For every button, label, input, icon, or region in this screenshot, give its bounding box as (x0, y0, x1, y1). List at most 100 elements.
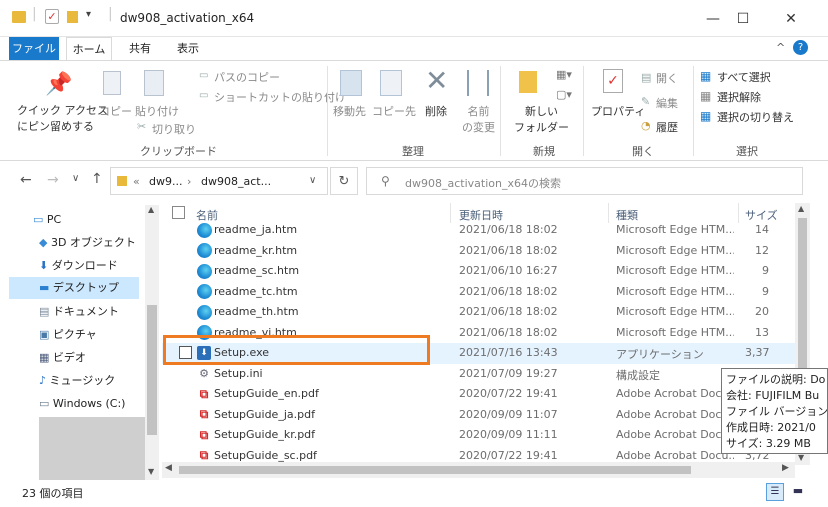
file-type: Microsoft Edge HTM... (616, 284, 734, 298)
select-none-button[interactable]: 選択解除 (717, 89, 761, 105)
ribbon-tabs: ファイル ホーム 共有 表示 ^ ? (0, 37, 828, 62)
nav-item-music[interactable]: ♪ ミュージック (9, 370, 139, 392)
nav-item-3d-objects[interactable]: ◆ 3D オブジェクト (9, 232, 139, 254)
new-item-icon[interactable]: ▦▾ (556, 68, 572, 81)
nav-item-pictures[interactable]: ▣ ピクチャ (9, 324, 139, 346)
scroll-down-icon[interactable]: ▼ (798, 453, 804, 462)
setup-exe-highlight-box (163, 335, 430, 365)
file-size: 13 (755, 325, 769, 339)
chevron-right-icon[interactable]: › (187, 175, 191, 188)
select-all-checkbox[interactable] (172, 206, 185, 219)
copy-button[interactable]: コピー (99, 103, 132, 119)
large-icons-view-icon[interactable]: ▬ (789, 483, 807, 501)
file-row[interactable]: readme_sc.htm 2021/06/10 16:27 Microsoft E… (162, 261, 802, 282)
new-folder-quick-icon[interactable] (67, 11, 78, 23)
copy-to-button[interactable]: コピー先 (372, 103, 416, 119)
scroll-left-icon[interactable]: ◀ (165, 463, 172, 473)
back-arrow-icon[interactable]: ← (20, 172, 32, 188)
breadcrumb-item-current[interactable]: dw908_act... (201, 175, 271, 188)
file-row[interactable]: ⧉ SetupGuide_ja.pdf 2020/09/09 11:07 Adobe … (162, 405, 802, 426)
nav-item-videos[interactable]: ▦ ビデオ (9, 347, 139, 369)
select-all-button[interactable]: すべて選択 (717, 69, 771, 85)
nav-item-windows-c[interactable]: ▭ Windows (C:) (9, 393, 139, 415)
properties-quick-icon[interactable]: ✓ (45, 9, 59, 24)
delete-button[interactable]: 削除 (425, 103, 447, 119)
redacted-area (39, 417, 145, 480)
collapse-ribbon-icon[interactable]: ^ (776, 41, 785, 54)
file-date: 2021/06/18 18:02 (459, 305, 558, 318)
tooltip-description: ファイルの説明: Do (726, 373, 826, 386)
edge-icon (196, 263, 212, 279)
edit-button[interactable]: 編集 (656, 95, 678, 111)
divider (327, 66, 328, 156)
file-name: readme_th.htm (214, 305, 299, 318)
file-row[interactable]: readme_th.htm 2021/06/18 18:02 Microsoft E… (162, 302, 802, 323)
file-date: 2021/07/09 19:27 (459, 366, 558, 380)
easy-access-icon[interactable]: ▢▾ (556, 88, 572, 101)
breadcrumb-overflow[interactable]: « (133, 175, 140, 188)
tab-home[interactable]: ホーム (66, 37, 112, 62)
file-size: 12 (755, 243, 769, 257)
paste-button[interactable]: 貼り付け (135, 103, 179, 119)
refresh-button[interactable]: ↻ (330, 167, 358, 195)
history-button[interactable]: 履歴 (656, 119, 678, 135)
pdf-icon: ⧉ (199, 427, 209, 442)
new-folder-label-line1: 新しい (525, 105, 558, 118)
file-list: 名前 ^ 更新日時 種類 サイズ readme_ja.htm2021/06/18… (162, 203, 810, 465)
invert-selection-button[interactable]: 選択の切り替え (717, 109, 794, 125)
nav-item-pc[interactable]: ▭ PC (9, 209, 139, 231)
scroll-thumb[interactable] (147, 305, 157, 435)
rename-icon (467, 70, 489, 96)
details-view-icon[interactable]: ☰ (766, 483, 784, 501)
scroll-up-icon[interactable]: ▲ (148, 205, 154, 214)
file-date: 2020/07/22 19:41 (459, 387, 558, 400)
pin-label-line1: クイック アクセス (17, 104, 108, 117)
scroll-thumb[interactable] (179, 466, 691, 474)
move-to-button[interactable]: 移動先 (333, 103, 366, 119)
nav-item-documents[interactable]: ▤ ドキュメント (9, 301, 139, 323)
rename-button[interactable]: 名前 の変更 (462, 103, 495, 135)
cut-button[interactable]: 切り取り (152, 121, 196, 137)
divider (583, 66, 584, 156)
address-box[interactable]: « dw9... › dw908_act... ∨ (110, 167, 328, 195)
file-row[interactable]: ⧉ SetupGuide_en.pdf 2020/07/22 19:41 Adobe … (162, 384, 802, 405)
address-dropdown-icon[interactable]: ∨ (309, 175, 316, 186)
file-row[interactable]: readme_ja.htm 2021/06/18 18:02 Microsoft E… (162, 220, 802, 241)
file-type: Microsoft Edge HTM... (616, 223, 734, 236)
file-row[interactable]: readme_tc.htm 2021/06/18 18:02 Microsoft E… (162, 282, 802, 303)
file-row[interactable]: ⧉ SetupGuide_kr.pdf 2020/09/09 11:11 Adobe … (162, 425, 802, 446)
picture-icon: ▣ (39, 328, 50, 341)
search-box[interactable]: ⚲ dw908_activation_x64の検索 (366, 167, 803, 195)
open-button[interactable]: 開く (656, 70, 678, 86)
help-icon[interactable]: ? (793, 40, 808, 55)
nav-item-desktop[interactable]: ▬ デスクトップ (9, 277, 139, 299)
scroll-up-icon[interactable]: ▲ (798, 204, 804, 213)
nav-item-downloads[interactable]: ⬇ ダウンロード (9, 255, 139, 277)
copy-path-button[interactable]: パスのコピー (214, 69, 280, 85)
tab-file[interactable]: ファイル (9, 37, 59, 61)
scroll-right-icon[interactable]: ▶ (782, 463, 789, 473)
customize-quick-access-icon[interactable]: ▾ (86, 9, 91, 20)
file-row[interactable]: ⚙ Setup.ini 2021/07/09 19:27 構成設定 (162, 364, 802, 385)
nav-scrollbar[interactable]: ▲ ▼ (145, 205, 159, 480)
invert-selection-icon: ▦ (700, 109, 712, 123)
file-name: SetupGuide_kr.pdf (214, 428, 316, 441)
folder-icon (117, 176, 127, 186)
forward-arrow-icon[interactable]: → (47, 172, 59, 188)
recent-locations-icon[interactable]: ∨ (72, 173, 79, 184)
maximize-button[interactable]: ☐ (720, 0, 766, 37)
breadcrumb-item-parent[interactable]: dw9... (149, 175, 182, 188)
properties-button[interactable]: プロパティ (591, 103, 645, 119)
desktop-icon: ▬ (39, 281, 50, 294)
up-arrow-icon[interactable]: ↑ (91, 171, 103, 187)
search-icon: ⚲ (381, 174, 390, 188)
music-icon: ♪ (39, 374, 47, 387)
tab-share[interactable]: 共有 (120, 37, 160, 61)
new-folder-button[interactable]: 新しい フォルダー (514, 103, 569, 135)
pin-quick-access-button[interactable]: クイック アクセス にピン留めする (17, 102, 108, 134)
tab-view[interactable]: 表示 (168, 37, 208, 61)
file-list-horizontal-scrollbar[interactable]: ◀ ▶ (162, 462, 795, 478)
file-row[interactable]: readme_kr.htm 2021/06/18 18:02 Microsoft E… (162, 241, 802, 262)
close-button[interactable]: ✕ (768, 0, 814, 37)
scroll-down-icon[interactable]: ▼ (148, 467, 154, 476)
